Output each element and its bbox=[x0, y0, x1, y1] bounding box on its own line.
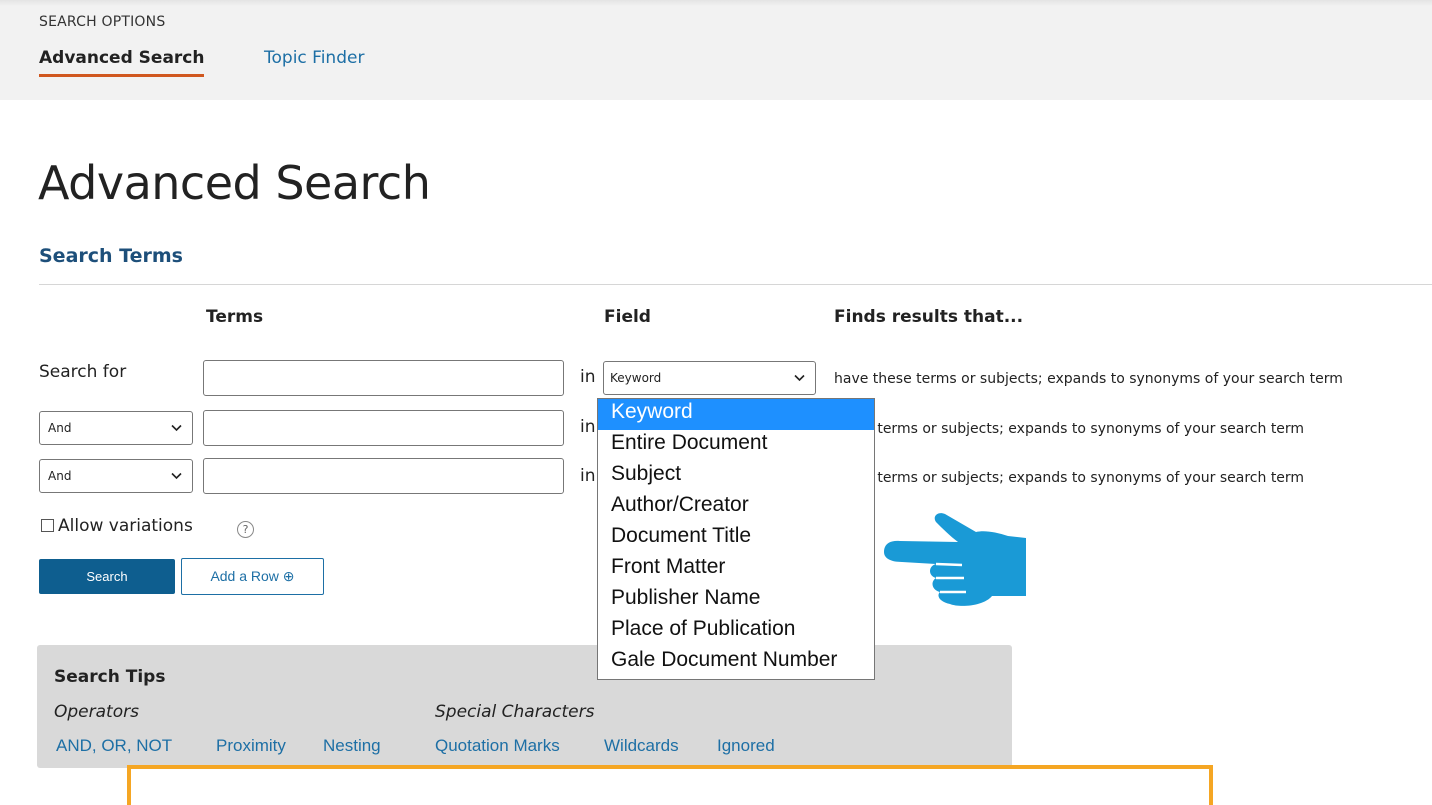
in-label-1: in bbox=[580, 367, 596, 387]
tip-link-and-or-not[interactable]: AND, OR, NOT bbox=[56, 736, 172, 756]
field-select-value: Keyword bbox=[610, 371, 662, 385]
allow-variations-label: Allow variations bbox=[58, 516, 193, 536]
allow-variations-checkbox[interactable] bbox=[41, 519, 54, 532]
allow-variations[interactable]: Allow variations bbox=[41, 516, 193, 536]
dropdown-option-document-title[interactable]: Document Title bbox=[598, 523, 874, 554]
search-term-input-1[interactable] bbox=[203, 360, 564, 396]
dropdown-option-entire-document[interactable]: Entire Document bbox=[598, 430, 874, 461]
chevron-down-icon bbox=[794, 371, 805, 385]
dropdown-option-author-creator[interactable]: Author/Creator bbox=[598, 492, 874, 523]
tab-advanced-search[interactable]: Advanced Search bbox=[39, 48, 205, 77]
dropdown-option-publisher-name[interactable]: Publisher Name bbox=[598, 585, 874, 616]
chevron-down-icon bbox=[171, 421, 182, 435]
search-for-label: Search for bbox=[39, 362, 127, 382]
tip-link-wildcards[interactable]: Wildcards bbox=[604, 736, 679, 756]
dropdown-option-place-of-publication[interactable]: Place of Publication bbox=[598, 616, 874, 647]
search-term-input-2[interactable] bbox=[203, 410, 564, 446]
column-header-finds: Finds results that... bbox=[834, 307, 1024, 327]
tip-link-proximity[interactable]: Proximity bbox=[216, 736, 286, 756]
operator-select-2[interactable]: And bbox=[39, 411, 193, 445]
field-select-1[interactable]: Keyword bbox=[603, 361, 816, 395]
add-row-button[interactable]: Add a Row ⊕ bbox=[181, 558, 324, 595]
active-tab-underline bbox=[39, 74, 204, 77]
in-label-3: in bbox=[580, 466, 596, 486]
search-options-bar: SEARCH OPTIONS Advanced Search Topic Fin… bbox=[0, 0, 1432, 100]
dropdown-option-gale-document-number[interactable]: Gale Document Number bbox=[598, 647, 874, 678]
special-characters-label: Special Characters bbox=[435, 702, 595, 722]
pointing-hand-icon bbox=[884, 513, 1026, 606]
field-dropdown-list[interactable]: Keyword Entire Document Subject Author/C… bbox=[597, 398, 875, 680]
tab-advanced-search-label: Advanced Search bbox=[39, 48, 205, 68]
tip-link-ignored[interactable]: Ignored bbox=[717, 736, 775, 756]
search-button[interactable]: Search bbox=[39, 559, 175, 594]
finds-text-2: these terms or subjects; expands to syno… bbox=[834, 421, 1305, 437]
column-header-field: Field bbox=[604, 307, 651, 327]
top-shadow bbox=[0, 0, 1432, 6]
tip-link-nesting[interactable]: Nesting bbox=[323, 736, 381, 756]
section-title: Search Terms bbox=[39, 245, 183, 267]
section-divider bbox=[39, 284, 1432, 285]
finds-text-1: have these terms or subjects; expands to… bbox=[834, 371, 1343, 387]
tab-topic-finder[interactable]: Topic Finder bbox=[264, 48, 364, 68]
help-icon[interactable]: ? bbox=[237, 521, 254, 538]
tip-link-quotation-marks[interactable]: Quotation Marks bbox=[435, 736, 560, 756]
search-term-input-3[interactable] bbox=[203, 458, 564, 494]
page-title: Advanced Search bbox=[38, 156, 431, 210]
search-tips-title: Search Tips bbox=[54, 667, 166, 687]
operator-select-3[interactable]: And bbox=[39, 459, 193, 493]
chevron-down-icon bbox=[171, 469, 182, 483]
operators-label: Operators bbox=[54, 702, 139, 722]
highlight-frame bbox=[127, 765, 1213, 805]
operator-select-value: And bbox=[48, 469, 72, 483]
in-label-2: in bbox=[580, 417, 596, 437]
dropdown-option-front-matter[interactable]: Front Matter bbox=[598, 554, 874, 585]
dropdown-option-keyword[interactable]: Keyword bbox=[598, 399, 874, 430]
operator-select-value: And bbox=[48, 421, 72, 435]
column-header-terms: Terms bbox=[206, 307, 264, 327]
dropdown-option-subject[interactable]: Subject bbox=[598, 461, 874, 492]
search-options-label: SEARCH OPTIONS bbox=[39, 14, 166, 30]
finds-text-3: these terms or subjects; expands to syno… bbox=[834, 470, 1305, 486]
